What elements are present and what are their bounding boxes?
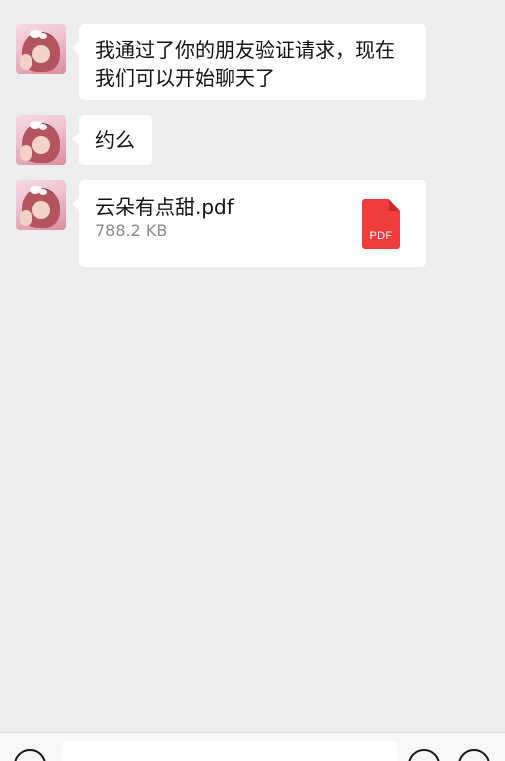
message-text-line: 我们可以开始聊天了 — [95, 66, 275, 90]
avatar-flower — [30, 30, 40, 38]
plus-icon[interactable] — [458, 749, 490, 761]
voice-icon[interactable] — [14, 749, 46, 761]
message-input[interactable] — [62, 741, 398, 761]
input-bar — [0, 732, 505, 761]
avatar-hand — [20, 145, 32, 161]
emoji-icon[interactable] — [408, 749, 440, 761]
avatar[interactable] — [16, 24, 66, 74]
avatar[interactable] — [16, 115, 66, 165]
avatar-flower — [30, 186, 40, 194]
avatar-flower — [30, 121, 40, 129]
avatar-hand — [20, 54, 32, 70]
chat-message-list[interactable]: 我通过了你的朋友验证请求，现在 我们可以开始聊天了 约么 云朵有点甜.pdf 7… — [0, 0, 505, 732]
pdf-icon-label: PDF — [369, 230, 393, 242]
message-row: 云朵有点甜.pdf 788.2 KB PDF — [0, 180, 505, 270]
message-row: 约么 — [0, 115, 505, 167]
avatar-hand — [20, 210, 32, 226]
pdf-file-icon: PDF — [362, 199, 400, 249]
file-message-bubble[interactable]: 云朵有点甜.pdf 788.2 KB PDF — [72, 180, 426, 267]
message-bubble[interactable]: 约么 — [72, 115, 152, 165]
avatar[interactable] — [16, 180, 66, 230]
message-text-line: 约么 — [95, 128, 135, 152]
message-text-line: 我通过了你的朋友验证请求，现在 — [95, 38, 395, 62]
message-row: 我通过了你的朋友验证请求，现在 我们可以开始聊天了 — [0, 24, 505, 104]
message-bubble[interactable]: 我通过了你的朋友验证请求，现在 我们可以开始聊天了 — [72, 24, 426, 100]
